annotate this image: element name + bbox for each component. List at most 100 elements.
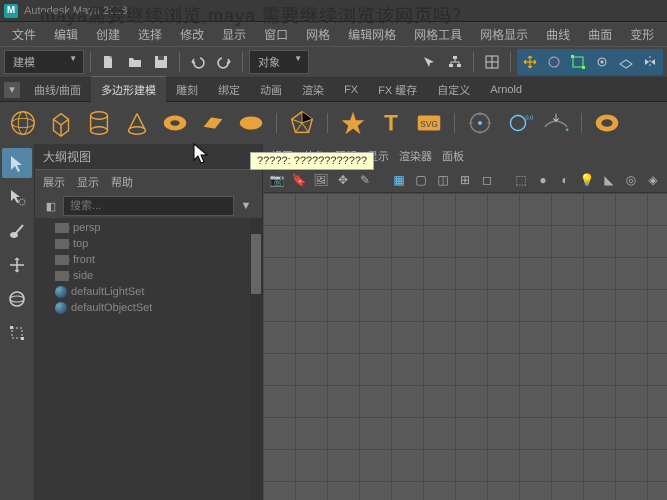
outliner-menu-help[interactable]: 帮助 — [111, 174, 133, 190]
snap-origin-icon[interactable]: 0,0,0 — [501, 106, 535, 140]
poly-disc-icon[interactable] — [234, 106, 268, 140]
shelf-tab-sculpt[interactable]: 雕刻 — [166, 77, 208, 103]
outliner-item-top[interactable]: top — [35, 236, 262, 252]
shelf-tab-rigging[interactable]: 绑定 — [208, 77, 250, 103]
separator — [473, 52, 474, 72]
open-button[interactable] — [123, 50, 147, 74]
vp-film-gate-icon[interactable]: ▢ — [411, 170, 431, 190]
shelf-tab-fx[interactable]: FX — [334, 79, 368, 101]
redo-button[interactable] — [212, 50, 236, 74]
menu-mesh-display[interactable]: 网格显示 — [472, 23, 536, 46]
vp-grease-icon[interactable]: ✎ — [355, 170, 375, 190]
select-hierarchy-button[interactable] — [443, 50, 467, 74]
symmetry-button[interactable] — [638, 50, 662, 74]
selection-mode-dropdown[interactable]: 对象 — [249, 50, 309, 74]
outliner-item-persp[interactable]: persp — [35, 220, 262, 236]
shelf-tab-custom[interactable]: 自定义 — [427, 77, 480, 103]
menu-file[interactable]: 文件 — [4, 23, 44, 46]
menu-deform[interactable]: 变形 — [622, 23, 662, 46]
shelf-row: T SVG 0,0,0 * — [0, 102, 667, 144]
lasso-tool-icon[interactable] — [2, 182, 32, 212]
shelf-tab-curves[interactable]: 曲线/曲面 — [24, 77, 91, 103]
vp-safe-action-icon[interactable]: ◻ — [477, 170, 497, 190]
paint-tool-icon[interactable] — [2, 216, 32, 246]
poly-plane-icon[interactable] — [196, 106, 230, 140]
workspace-mode-dropdown[interactable]: 建模 — [4, 50, 84, 74]
select-tool-icon[interactable] — [2, 148, 32, 178]
vp-bookmark-icon[interactable]: 🔖 — [289, 170, 309, 190]
vp-lights-icon[interactable]: 💡 — [577, 170, 597, 190]
select-by-name-button[interactable] — [417, 50, 441, 74]
outliner-dropdown-icon[interactable]: ▼ — [236, 196, 256, 216]
outliner-item-side[interactable]: side — [35, 268, 262, 284]
rotate-tool-icon[interactable] — [2, 284, 32, 314]
outliner-item-front[interactable]: front — [35, 252, 262, 268]
vp-field-chart-icon[interactable]: ⊞ — [455, 170, 475, 190]
viewport-menu-renderer[interactable]: 渲染器 — [399, 148, 432, 164]
separator — [327, 113, 328, 133]
snap-surface-icon[interactable]: * — [539, 106, 573, 140]
maya-logo-icon: M — [4, 4, 18, 18]
undo-button[interactable] — [186, 50, 210, 74]
separator — [276, 113, 277, 133]
scale-tool-icon[interactable] — [2, 318, 32, 348]
shelf-tab-rendering[interactable]: 渲染 — [292, 77, 334, 103]
outliner-panel: 大纲视图 展示 显示 帮助 ◧ ▼ persp top front side d… — [35, 144, 263, 500]
vp-shadows-icon[interactable]: ◣ — [599, 170, 619, 190]
camera-icon — [55, 271, 69, 281]
vp-2d-pan-icon[interactable]: ✥ — [333, 170, 353, 190]
separator — [179, 52, 180, 72]
poly-torus-icon[interactable] — [158, 106, 192, 140]
poly-sphere-icon[interactable] — [6, 106, 40, 140]
poly-cube-icon[interactable] — [44, 106, 78, 140]
menu-surfaces[interactable]: 曲面 — [580, 23, 620, 46]
new-scene-button[interactable] — [97, 50, 121, 74]
outliner-menu-show[interactable]: 显示 — [77, 174, 99, 190]
shelf-menu-icon[interactable]: ▾ — [4, 82, 20, 98]
mirror-geo-icon[interactable] — [590, 106, 624, 140]
overlay-question-text: maya需要继续浏览,maya 需要继续浏览该网页吗？ — [40, 2, 471, 28]
viewport-3d[interactable] — [263, 192, 667, 500]
menu-curves[interactable]: 曲线 — [538, 23, 578, 46]
svg-text:0,0,0: 0,0,0 — [526, 115, 534, 121]
vp-select-camera-icon[interactable]: 📷 — [267, 170, 287, 190]
poly-cylinder-icon[interactable] — [82, 106, 116, 140]
vp-smooth-shade-icon[interactable]: ● — [533, 170, 553, 190]
save-button[interactable] — [149, 50, 173, 74]
platonic-icon[interactable] — [285, 106, 319, 140]
snap-grid-button[interactable] — [480, 50, 504, 74]
vp-textured-icon[interactable]: ◐ — [555, 170, 575, 190]
poly-cone-icon[interactable] — [120, 106, 154, 140]
shelf-tab-fx-cache[interactable]: FX 缓存 — [368, 77, 427, 103]
rotate-tool-button[interactable] — [542, 50, 566, 74]
snap-together-icon[interactable] — [463, 106, 497, 140]
outliner-item-lightset[interactable]: defaultLightSet — [35, 284, 262, 300]
shelf-tabs: ▾ 曲线/曲面 多边形建模 雕刻 绑定 动画 渲染 FX FX 缓存 自定义 A… — [0, 78, 667, 102]
snap-button[interactable] — [590, 50, 614, 74]
shelf-tab-polygons[interactable]: 多边形建模 — [91, 76, 166, 103]
shelf-tab-animation[interactable]: 动画 — [250, 77, 292, 103]
outliner-scrollbar[interactable] — [250, 218, 262, 500]
vp-xray-icon[interactable]: ◈ — [643, 170, 663, 190]
svg-text:T: T — [384, 111, 398, 136]
vp-image-plane-icon[interactable]: 🖼 — [311, 170, 331, 190]
poly-type-icon[interactable]: T — [374, 106, 408, 140]
svg-text:*: * — [565, 126, 569, 136]
outliner-search-input[interactable] — [63, 196, 234, 216]
svg-import-icon[interactable]: SVG — [412, 106, 446, 140]
construction-plane-button[interactable] — [614, 50, 638, 74]
shelf-tab-arnold[interactable]: Arnold — [480, 79, 532, 101]
outliner-item-objectset[interactable]: defaultObjectSet — [35, 300, 262, 316]
scale-tool-button[interactable] — [566, 50, 590, 74]
outliner-filter-icon[interactable]: ◧ — [41, 196, 61, 216]
outliner-menu-display[interactable]: 展示 — [43, 174, 65, 190]
vp-isolate-icon[interactable]: ◎ — [621, 170, 641, 190]
poly-star-icon[interactable] — [336, 106, 370, 140]
viewport-menu-panels[interactable]: 面板 — [442, 148, 464, 164]
move-tool-button[interactable] — [518, 50, 542, 74]
vp-grid-icon[interactable]: ▦ — [389, 170, 409, 190]
main-area: 大纲视图 展示 显示 帮助 ◧ ▼ persp top front side d… — [0, 144, 667, 500]
vp-gate-mask-icon[interactable]: ◫ — [433, 170, 453, 190]
vp-wireframe-icon[interactable]: ⬚ — [511, 170, 531, 190]
move-tool-icon[interactable] — [2, 250, 32, 280]
